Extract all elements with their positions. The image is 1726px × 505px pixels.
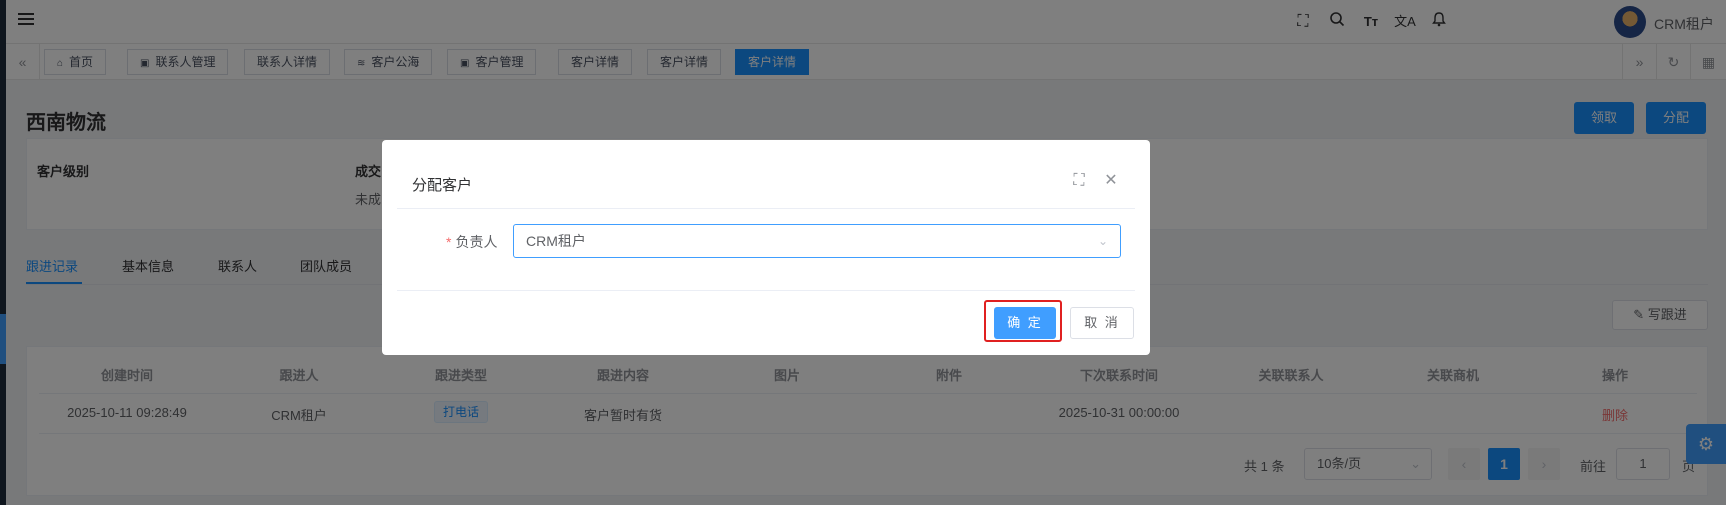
dialog-footer-divider — [397, 290, 1135, 291]
close-icon[interactable]: ✕ — [1102, 172, 1120, 190]
assign-customer-dialog: 分配客户 ⛶ ✕ * 负责人 CRM租户 ⌄ 确 定 取 消 — [382, 140, 1150, 355]
owner-label: * 负责人 — [446, 234, 498, 250]
chevron-down-icon: ⌄ — [1097, 234, 1108, 248]
dialog-header-divider — [397, 208, 1135, 209]
dialog-title: 分配客户 — [412, 177, 473, 194]
maximize-icon[interactable]: ⛶ — [1070, 172, 1088, 190]
required-mark: * — [446, 234, 452, 250]
owner-select[interactable]: CRM租户 ⌄ — [513, 224, 1121, 258]
cancel-button[interactable]: 取 消 — [1070, 307, 1134, 339]
confirm-button[interactable]: 确 定 — [994, 307, 1056, 339]
